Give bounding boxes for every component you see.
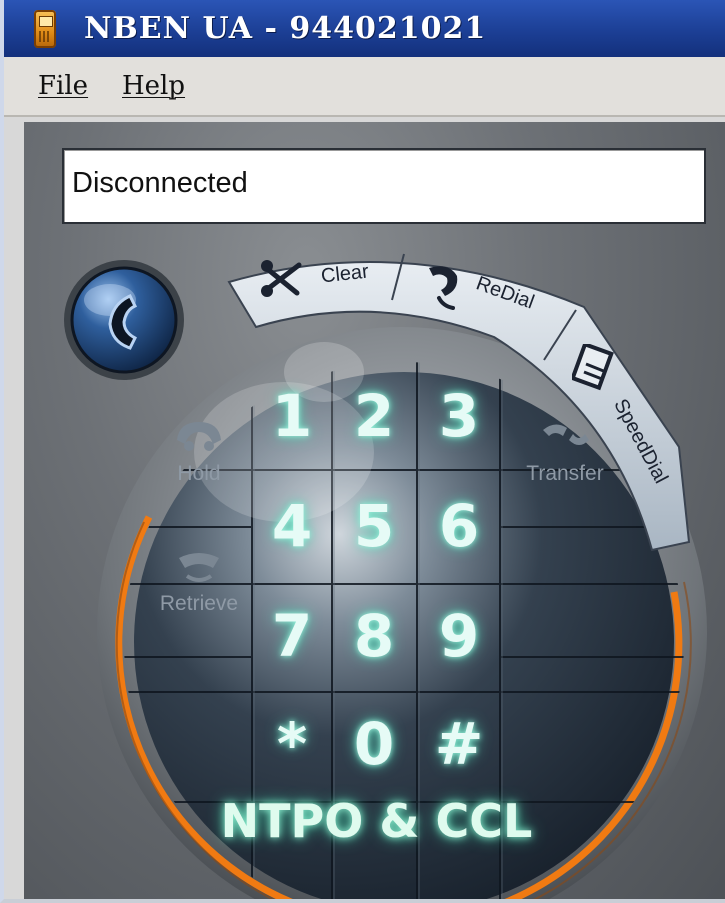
key-0[interactable]: 0 [334, 692, 414, 796]
window-title: NBEN UA - 944021021 [84, 11, 487, 46]
key-2[interactable]: 2 [334, 364, 414, 468]
menu-help[interactable]: Help [122, 71, 185, 101]
transfer-button[interactable]: Transfer [490, 416, 640, 486]
retrieve-label: Retrieve [159, 592, 239, 615]
redial-handset-icon [429, 266, 458, 310]
menu-file[interactable]: File [38, 71, 88, 101]
key-8[interactable]: 8 [334, 584, 414, 688]
phone-app-icon [34, 10, 56, 48]
transfer-handset-icon [543, 424, 589, 445]
app-window: NBEN UA - 944021021 File Help Disconnect… [0, 0, 725, 903]
title-bar[interactable]: NBEN UA - 944021021 [4, 0, 725, 57]
retrieve-handset-icon [179, 553, 219, 582]
scissors-icon [261, 260, 302, 297]
phone-panel: Disconnected Clear ReDial SpeedDial Hold… [24, 122, 725, 899]
clear-label: Clear [319, 260, 370, 288]
handset-icon [108, 294, 138, 350]
redial-button[interactable]: ReDial [419, 260, 579, 330]
key-star[interactable]: * [252, 692, 332, 796]
key-hash[interactable]: # [419, 692, 499, 796]
hold-label: Hold [177, 462, 221, 485]
clear-button[interactable]: Clear [259, 257, 399, 307]
key-1[interactable]: 1 [252, 364, 332, 468]
hold-handset-icon [177, 422, 221, 451]
redial-label: ReDial [473, 272, 538, 314]
transfer-label: Transfer [526, 462, 604, 485]
menu-bar: File Help [4, 57, 725, 117]
call-button[interactable] [72, 268, 176, 372]
key-9[interactable]: 9 [419, 584, 499, 688]
phonebook-icon [572, 344, 614, 391]
key-3[interactable]: 3 [419, 364, 499, 468]
key-7[interactable]: 7 [252, 584, 332, 688]
key-4[interactable]: 4 [252, 474, 332, 578]
brand-label: NTPO & CCL [220, 794, 533, 848]
key-6[interactable]: 6 [419, 474, 499, 578]
key-5[interactable]: 5 [334, 474, 414, 578]
